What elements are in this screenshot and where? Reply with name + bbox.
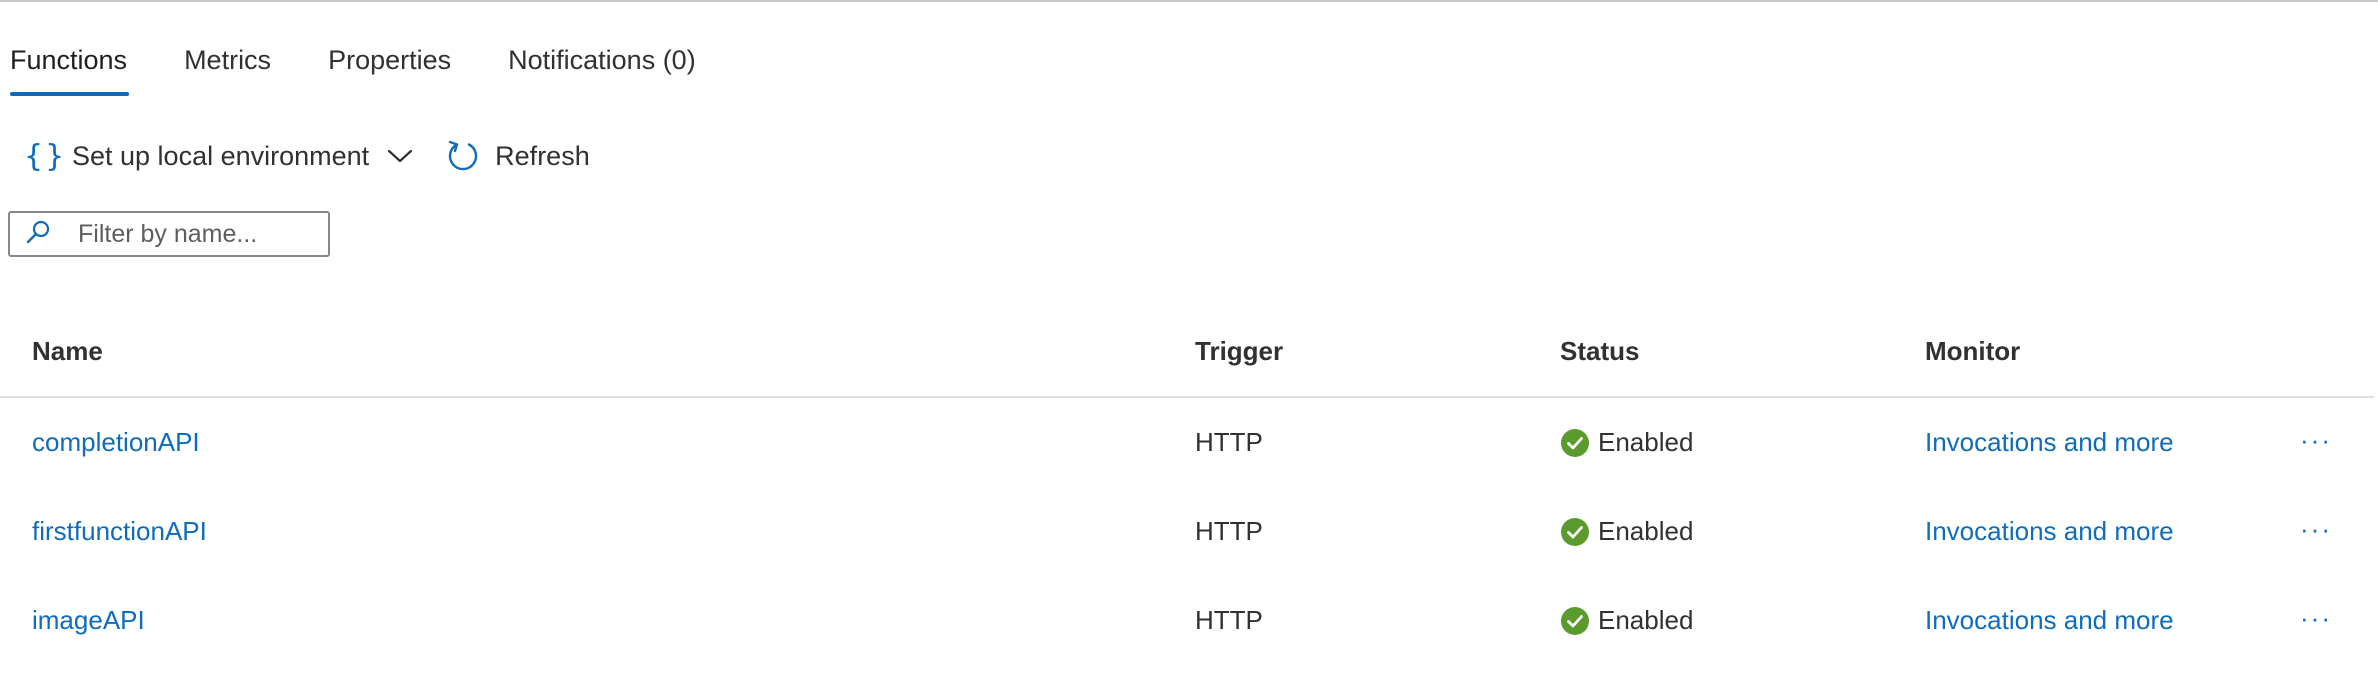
- toolbar: {} Set up local environment Refresh: [24, 134, 590, 178]
- function-name-link[interactable]: firstfunctionAPI: [32, 516, 207, 547]
- tab-bar: Functions Metrics Properties Notificatio…: [10, 34, 753, 96]
- more-actions-button[interactable]: ···: [2300, 603, 2332, 634]
- checkmark-circle-icon: [1560, 606, 1590, 636]
- tab-metrics[interactable]: Metrics: [184, 34, 271, 96]
- setup-label: Set up local environment: [72, 140, 370, 171]
- refresh-icon: [445, 138, 481, 174]
- status-cell: Enabled: [1560, 487, 1693, 576]
- more-actions-button[interactable]: ···: [2300, 425, 2332, 456]
- status-text: Enabled: [1598, 605, 1694, 635]
- top-divider: [0, 0, 2378, 2]
- tab-properties[interactable]: Properties: [328, 34, 451, 96]
- filter-input[interactable]: [76, 218, 320, 250]
- tab-notifications[interactable]: Notifications (0): [508, 34, 696, 96]
- checkmark-circle-icon: [1560, 517, 1590, 547]
- table-header: Name Trigger Status Monitor: [0, 320, 2374, 398]
- setup-local-environment-button[interactable]: {} Set up local environment: [24, 139, 413, 174]
- checkmark-circle-icon: [1560, 428, 1590, 458]
- filter-box: [8, 211, 330, 257]
- status-cell: Enabled: [1560, 576, 1693, 665]
- column-header-name: Name: [32, 336, 103, 366]
- function-name-link[interactable]: imageAPI: [32, 605, 145, 636]
- column-header-status: Status: [1560, 336, 1640, 366]
- table-row: firstfunctionAPI HTTP Enabled Invocation…: [0, 487, 2374, 576]
- refresh-button[interactable]: Refresh: [445, 138, 590, 174]
- table-row: completionAPI HTTP Enabled Invocations a…: [0, 398, 2374, 487]
- search-icon: [24, 218, 52, 251]
- column-header-monitor: Monitor: [1925, 336, 2021, 366]
- functions-table: Name Trigger Status Monitor completionAP…: [0, 320, 2374, 665]
- column-header-trigger: Trigger: [1195, 336, 1284, 366]
- invocations-link[interactable]: Invocations and more: [1925, 605, 2174, 636]
- more-actions-button[interactable]: ···: [2300, 514, 2332, 545]
- functions-page: Functions Metrics Properties Notificatio…: [0, 0, 2378, 700]
- tab-functions[interactable]: Functions: [10, 34, 130, 96]
- braces-icon: {}: [24, 138, 67, 174]
- status-cell: Enabled: [1560, 398, 1693, 487]
- refresh-label: Refresh: [495, 140, 590, 171]
- table-row: imageAPI HTTP Enabled Invocations and mo…: [0, 576, 2374, 665]
- trigger-value: HTTP: [1195, 516, 1263, 546]
- invocations-link[interactable]: Invocations and more: [1925, 516, 2174, 547]
- chevron-down-icon: [387, 148, 413, 164]
- trigger-value: HTTP: [1195, 605, 1263, 635]
- trigger-value: HTTP: [1195, 427, 1263, 457]
- invocations-link[interactable]: Invocations and more: [1925, 427, 2174, 458]
- status-text: Enabled: [1598, 427, 1694, 457]
- function-name-link[interactable]: completionAPI: [32, 427, 200, 458]
- status-text: Enabled: [1598, 516, 1694, 546]
